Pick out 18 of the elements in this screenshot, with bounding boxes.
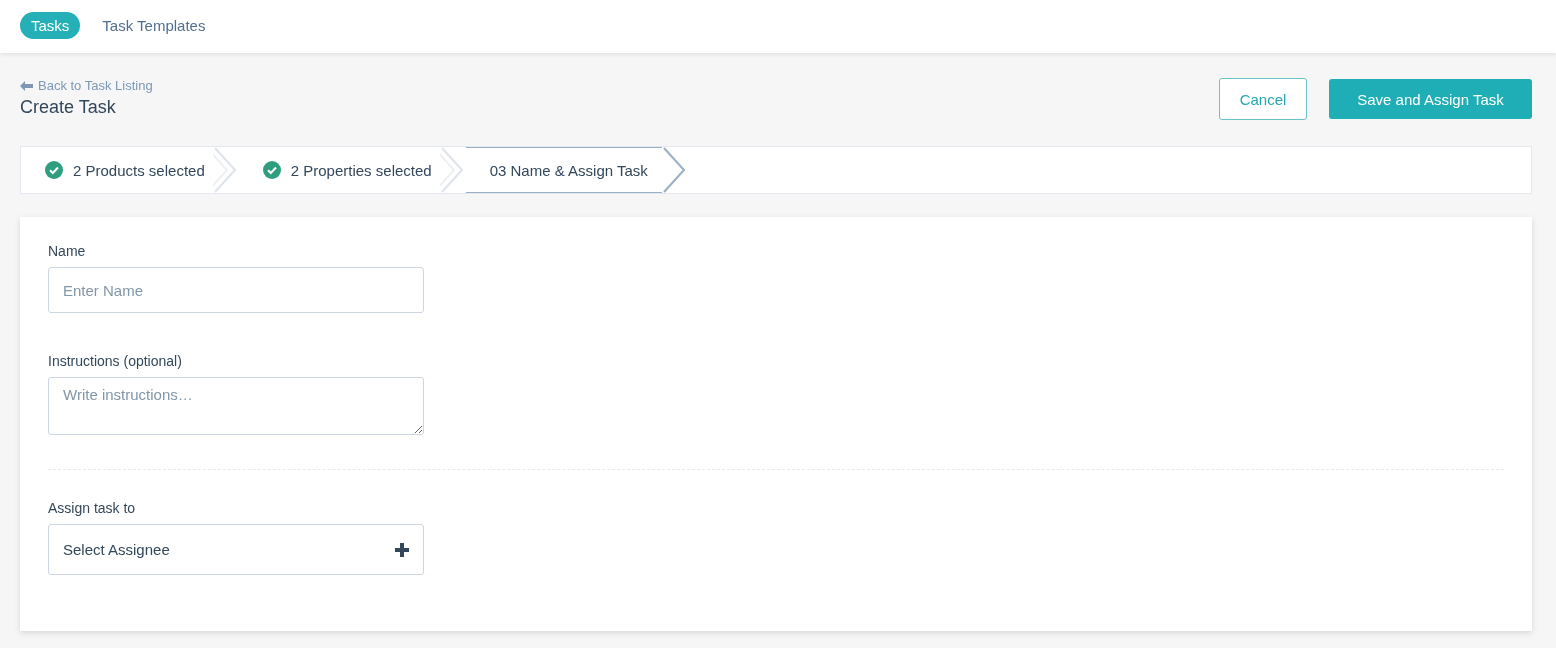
step-tab[interactable]: 03 Name & Assign Task: [465, 147, 662, 193]
name-input[interactable]: Enter Name: [48, 267, 424, 313]
step-tab[interactable]: 2 Products selected: [21, 147, 213, 193]
plus-icon: [395, 542, 409, 557]
page-title: Create Task: [20, 97, 117, 118]
arrow-left-icon: [20, 80, 33, 91]
check-circle-icon: [45, 161, 63, 179]
field-label: Assign task to: [48, 500, 136, 516]
field-label: Instructions (optional): [48, 353, 182, 369]
assignee-select[interactable]: Select Assignee: [48, 524, 424, 575]
check-circle-icon: [262, 161, 281, 179]
field-label: Name: [48, 243, 86, 259]
step-tab[interactable]: 2 Properties selected: [238, 147, 440, 193]
cancel-button[interactable]: Cancel: [1219, 78, 1307, 120]
chevron-separator-icon: [661, 147, 688, 193]
instructions-textarea[interactable]: Write instructions…: [48, 377, 424, 435]
back-link[interactable]: Back to Task Listing: [20, 78, 153, 93]
nav-tab[interactable]: Task Templates: [88, 12, 220, 39]
